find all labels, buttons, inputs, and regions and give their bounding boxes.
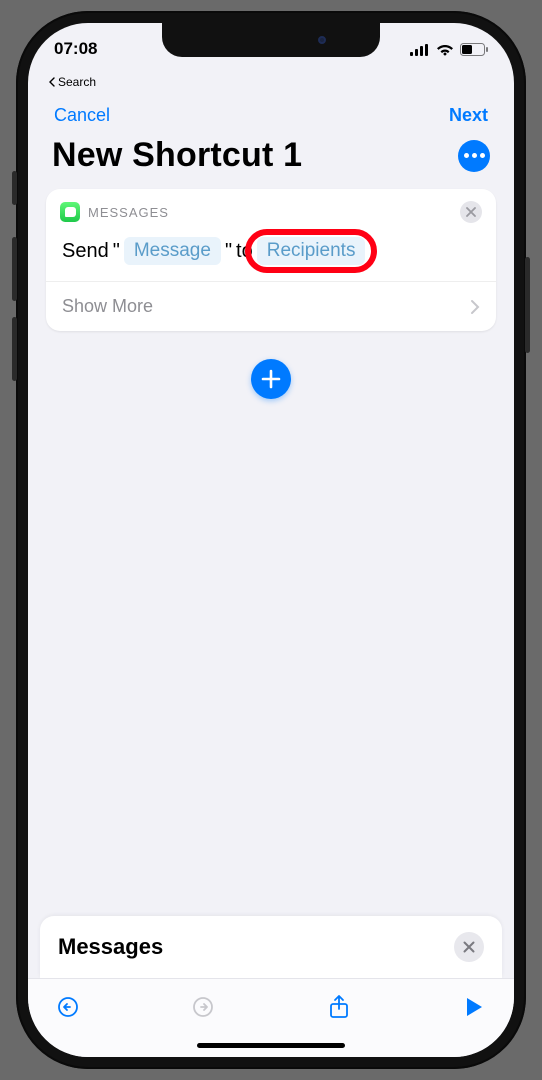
- play-icon: [464, 996, 484, 1018]
- battery-icon: [460, 43, 488, 56]
- action-card: MESSAGES Send " Message " to Recipients …: [46, 189, 496, 331]
- undo-icon: [56, 995, 80, 1019]
- action-app-label: MESSAGES: [88, 205, 169, 220]
- bottom-toolbar: [28, 978, 514, 1033]
- show-more-row[interactable]: Show More: [46, 281, 496, 331]
- redo-icon: [191, 995, 215, 1019]
- home-indicator[interactable]: [28, 1033, 514, 1057]
- more-button[interactable]: [458, 140, 490, 172]
- next-button[interactable]: Next: [449, 105, 488, 126]
- action-to: to: [236, 240, 253, 263]
- breadcrumb-label: Search: [58, 75, 96, 89]
- quote-open: ": [113, 240, 120, 263]
- action-verb: Send: [62, 240, 109, 263]
- breadcrumb-back[interactable]: Search: [28, 75, 514, 89]
- messages-app-icon: [60, 202, 80, 222]
- remove-action-button[interactable]: [460, 201, 482, 223]
- panel-title: Messages: [58, 934, 163, 960]
- recipients-param[interactable]: Recipients: [257, 237, 366, 265]
- panel-close-button[interactable]: [454, 932, 484, 962]
- show-more-label: Show More: [62, 296, 153, 317]
- page-title: New Shortcut 1: [52, 136, 302, 175]
- chevron-left-icon: [48, 77, 56, 87]
- wifi-icon: [436, 43, 454, 56]
- message-param[interactable]: Message: [124, 237, 221, 265]
- chevron-right-icon: [470, 299, 480, 315]
- share-button[interactable]: [325, 993, 353, 1021]
- run-button[interactable]: [460, 993, 488, 1021]
- close-icon: [463, 941, 475, 953]
- plus-icon: [261, 369, 281, 389]
- share-icon: [328, 994, 350, 1020]
- clock: 07:08: [54, 39, 97, 59]
- close-icon: [466, 207, 476, 217]
- cellular-icon: [410, 44, 430, 56]
- add-action-button[interactable]: [251, 359, 291, 399]
- suggestions-panel[interactable]: Messages: [40, 916, 502, 978]
- spacer: [28, 399, 514, 916]
- cancel-button[interactable]: Cancel: [54, 105, 110, 126]
- front-camera: [318, 36, 326, 44]
- redo-button: [189, 993, 217, 1021]
- quote-close: ": [225, 240, 232, 263]
- undo-button[interactable]: [54, 993, 82, 1021]
